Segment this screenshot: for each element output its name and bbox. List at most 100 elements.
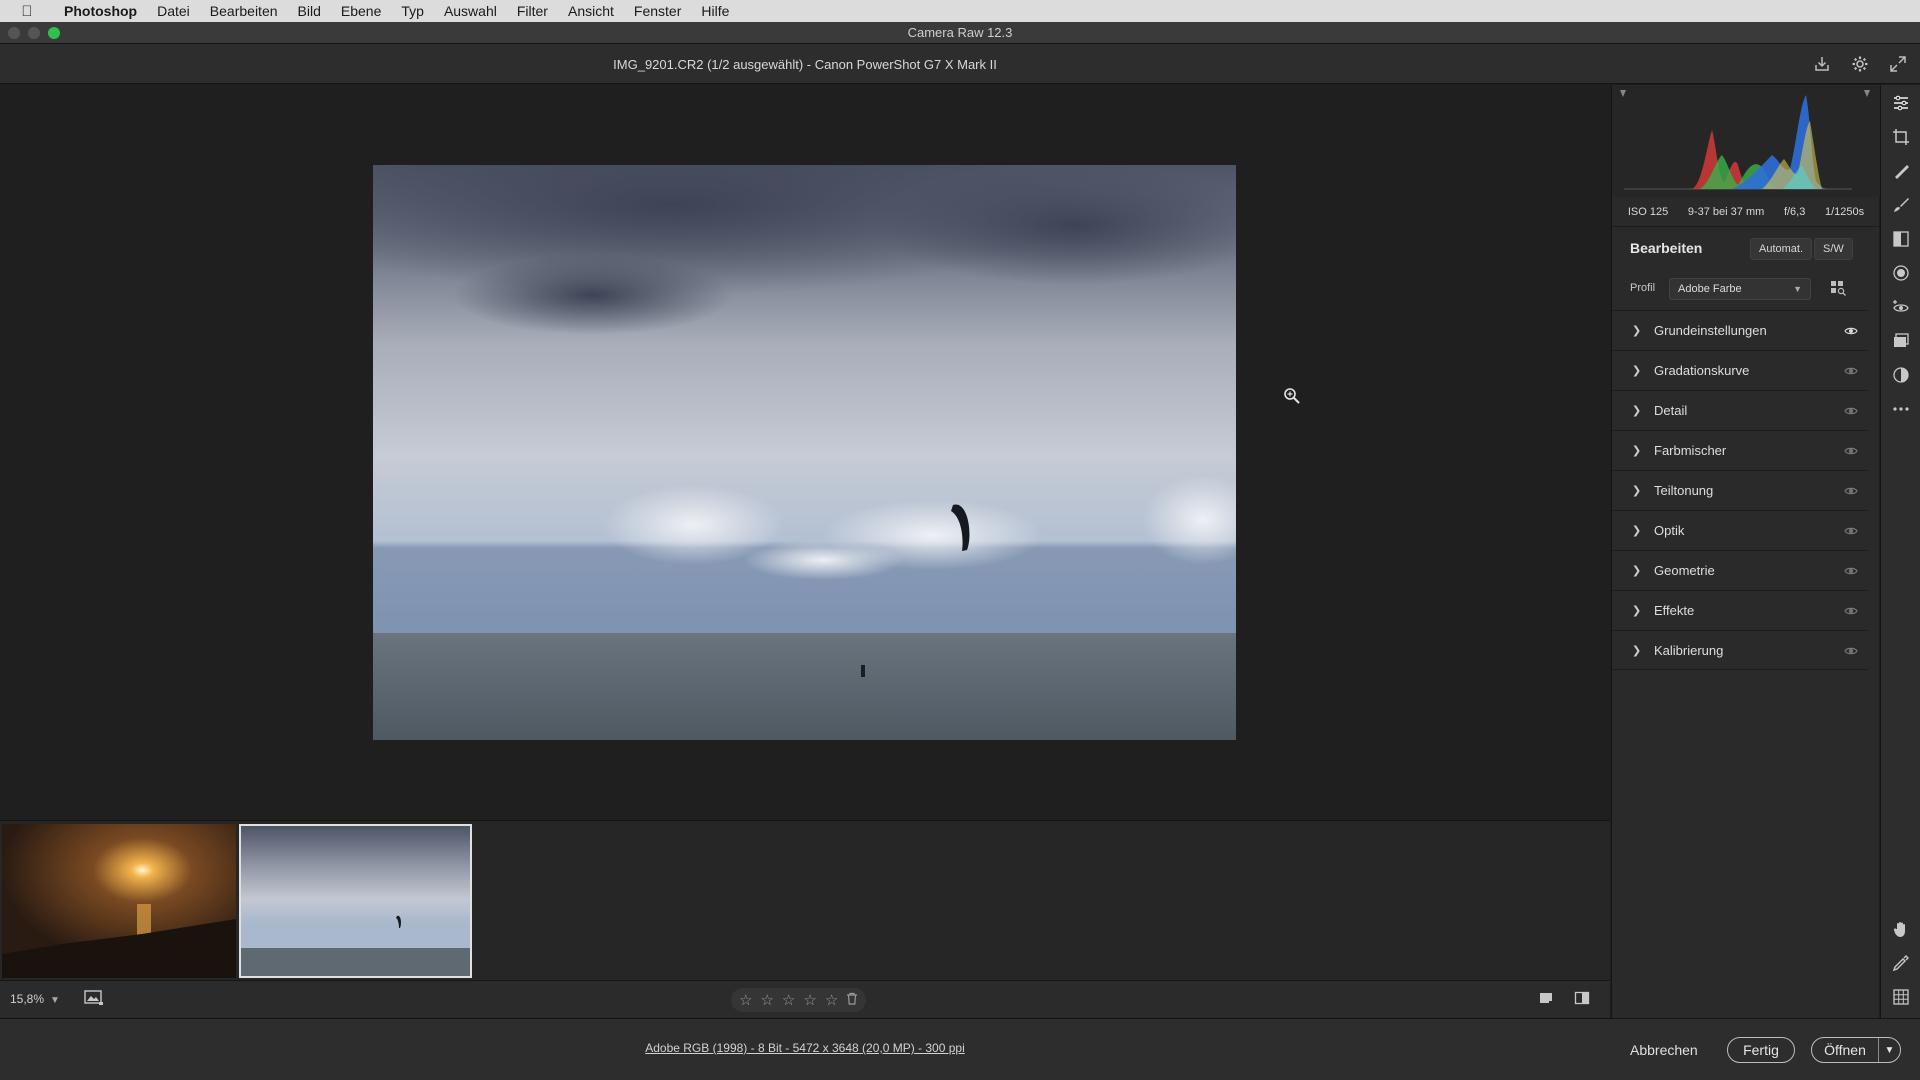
menu-bild[interactable]: Bild: [288, 3, 331, 19]
red-eye-icon[interactable]: [1891, 297, 1911, 317]
chevron-right-icon: ❯: [1632, 525, 1642, 537]
apple-icon[interactable]: : [0, 3, 54, 20]
menu-datei[interactable]: Datei: [147, 3, 200, 19]
tool-strip: [1880, 85, 1920, 1018]
eye-icon[interactable]: [1844, 404, 1858, 418]
auto-button[interactable]: Automat.: [1750, 238, 1813, 260]
grid-overlay-icon[interactable]: [1891, 987, 1911, 1007]
hand-icon[interactable]: [1891, 919, 1911, 939]
chevron-down-icon[interactable]: ▼: [1878, 1038, 1900, 1062]
menu-bearbeiten[interactable]: Bearbeiten: [200, 3, 288, 19]
eye-icon[interactable]: [1844, 564, 1858, 578]
zoom-window-button[interactable]: [48, 27, 60, 39]
chevron-down-icon: ▼: [1793, 284, 1802, 294]
radial-filter-icon[interactable]: [1891, 263, 1911, 283]
eye-icon[interactable]: [1844, 364, 1858, 378]
done-button[interactable]: Fertig: [1727, 1037, 1795, 1063]
star-5-icon[interactable]: ☆: [825, 991, 838, 1009]
eye-icon[interactable]: [1844, 324, 1858, 338]
exif-shutter: 1/1250s: [1825, 205, 1865, 218]
histogram: [1612, 85, 1880, 197]
more-options-icon[interactable]: [1891, 399, 1911, 419]
section-teiltonung[interactable]: ❯ Teiltonung: [1612, 470, 1868, 510]
filmstrip-toggle-icon[interactable]: [84, 990, 104, 1011]
profile-row: Profil Adobe Farbe ▼: [1612, 271, 1880, 307]
eye-icon[interactable]: [1844, 484, 1858, 498]
star-4-icon[interactable]: ☆: [803, 991, 816, 1009]
edit-title: Bearbeiten: [1630, 240, 1703, 256]
section-effekte[interactable]: ❯ Effekte: [1612, 590, 1868, 630]
section-optik[interactable]: ❯ Optik: [1612, 510, 1868, 550]
window-controls: [8, 27, 60, 39]
window-title: Camera Raw 12.3: [907, 25, 1013, 40]
profile-select[interactable]: Adobe Farbe ▼: [1669, 278, 1811, 300]
eye-icon[interactable]: [1844, 524, 1858, 538]
chevron-right-icon: ❯: [1632, 365, 1642, 377]
star-rating: ☆ ☆ ☆ ☆ ☆: [731, 988, 867, 1012]
menu-app-name[interactable]: Photoshop: [54, 3, 147, 19]
section-geometrie[interactable]: ❯ Geometrie: [1612, 550, 1868, 590]
spot-removal-icon[interactable]: [1891, 161, 1911, 181]
window-title-bar: Camera Raw 12.3: [0, 22, 1920, 44]
star-3-icon[interactable]: ☆: [782, 991, 795, 1009]
presets-icon[interactable]: [1891, 365, 1911, 385]
section-gradationskurve[interactable]: ❯ Gradationskurve: [1612, 350, 1868, 390]
chevron-right-icon: ❯: [1632, 405, 1642, 417]
chevron-right-icon: ❯: [1632, 325, 1642, 337]
section-kalibrierung[interactable]: ❯ Kalibrierung: [1612, 630, 1868, 670]
snapshots-icon[interactable]: [1891, 331, 1911, 351]
document-header: IMG_9201.CR2 (1/2 ausgewählt) - Canon Po…: [0, 44, 1920, 84]
workflow-options-link[interactable]: Adobe RGB (1998) - 8 Bit - 5472 x 3648 (…: [0, 1041, 1610, 1055]
eye-icon[interactable]: [1844, 644, 1858, 658]
menu-fenster[interactable]: Fenster: [624, 3, 691, 19]
open-button[interactable]: Öffnen ▼: [1811, 1037, 1901, 1063]
exif-iso: ISO 125: [1627, 205, 1669, 218]
star-2-icon[interactable]: ☆: [760, 991, 773, 1009]
menu-auswahl[interactable]: Auswahl: [434, 3, 507, 19]
section-detail[interactable]: ❯ Detail: [1612, 390, 1868, 430]
zoom-level-dropdown[interactable]: 15,8% ▼: [10, 992, 60, 1006]
eye-icon[interactable]: [1844, 604, 1858, 618]
black-white-button[interactable]: S/W: [1814, 238, 1853, 260]
graduated-filter-icon[interactable]: [1891, 229, 1911, 249]
single-view-icon[interactable]: [1538, 990, 1554, 1011]
brush-icon[interactable]: [1891, 195, 1911, 215]
preview-image[interactable]: [373, 165, 1236, 740]
close-window-button[interactable]: [8, 27, 20, 39]
header-icons: [1810, 52, 1910, 76]
cancel-button[interactable]: Abbrechen: [1620, 1037, 1708, 1063]
image-canvas[interactable]: [0, 85, 1610, 820]
shadow-clipping-icon: [1620, 90, 1626, 97]
menu-bar:  Photoshop Datei Bearbeiten Bild Ebene …: [0, 0, 1920, 22]
chevron-right-icon: ❯: [1632, 485, 1642, 497]
exif-lens: 9-37 bei 37 mm: [1687, 205, 1765, 218]
edit-panel: ISO 125 9-37 bei 37 mm f/6,3 1/1250s Bea…: [1611, 85, 1880, 1018]
gear-icon[interactable]: [1848, 52, 1872, 76]
menu-typ[interactable]: Typ: [391, 3, 434, 19]
edit-sections: ❯ Grundeinstellungen ❯ Gradationskurve ❯ De…: [1612, 310, 1868, 670]
trash-icon[interactable]: [846, 992, 858, 1009]
document-title: IMG_9201.CR2 (1/2 ausgewählt) - Canon Po…: [613, 56, 997, 72]
color-sampler-icon[interactable]: [1891, 953, 1911, 973]
menu-ansicht[interactable]: Ansicht: [558, 3, 624, 19]
minimize-window-button[interactable]: [28, 27, 40, 39]
chevron-right-icon: ❯: [1632, 605, 1642, 617]
profile-value: Adobe Farbe: [1678, 283, 1742, 295]
section-farbmischer[interactable]: ❯ Farbmischer: [1612, 430, 1868, 470]
filmstrip-thumbnail-sunset[interactable]: [2, 824, 236, 978]
footer: Adobe RGB (1998) - 8 Bit - 5472 x 3648 (…: [0, 1018, 1920, 1080]
section-grundeinstellungen[interactable]: ❯ Grundeinstellungen: [1612, 310, 1868, 350]
edit-sliders-icon[interactable]: [1891, 93, 1911, 113]
exif-aperture: f/6,3: [1783, 205, 1806, 218]
before-after-view-icon[interactable]: [1574, 990, 1590, 1011]
menu-filter[interactable]: Filter: [507, 3, 558, 19]
menu-ebene[interactable]: Ebene: [331, 3, 391, 19]
filmstrip-thumbnail-kite-selected[interactable]: [239, 824, 472, 978]
crop-icon[interactable]: [1891, 127, 1911, 147]
star-1-icon[interactable]: ☆: [739, 991, 752, 1009]
menu-hilfe[interactable]: Hilfe: [691, 3, 739, 19]
profile-browser-icon[interactable]: [1830, 280, 1848, 298]
save-icon[interactable]: [1810, 52, 1834, 76]
fullscreen-icon[interactable]: [1886, 52, 1910, 76]
eye-icon[interactable]: [1844, 444, 1858, 458]
